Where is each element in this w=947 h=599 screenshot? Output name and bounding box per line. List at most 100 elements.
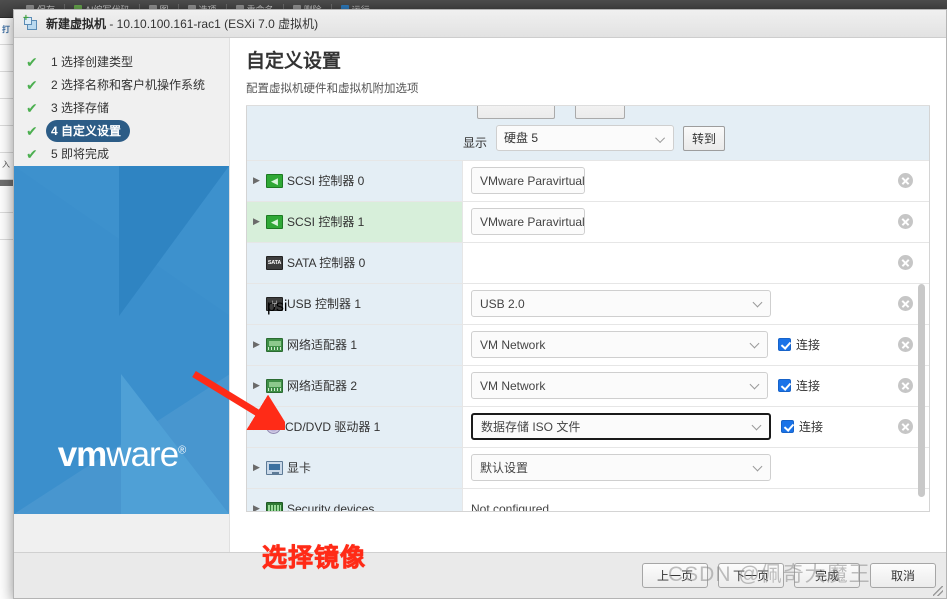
- wizard-step-label: 3 选择存储: [51, 101, 110, 115]
- step-check-icon: ✔: [26, 122, 38, 139]
- network-chip: [269, 340, 281, 346]
- connect-checkbox-label: 连接: [796, 379, 821, 394]
- hardware-row-label: USB 控制器 1: [287, 297, 362, 312]
- hardware-value-select[interactable]: 数据存储 ISO 文件: [471, 413, 771, 441]
- wizard-step-label: 5 即将完成: [51, 147, 110, 161]
- hardware-row-name-cell[interactable]: ▶ 网络适配器 1: [247, 324, 463, 365]
- step-check-icon: ✔: [26, 53, 38, 70]
- vmware-brand-panel: vmware®: [14, 166, 229, 514]
- hardware-row[interactable]: ▶⑂USB 控制器 1 USB 2.0: [247, 282, 929, 324]
- resize-grip[interactable]: [933, 586, 943, 596]
- remove-device-icon[interactable]: [898, 419, 913, 435]
- connect-checkbox[interactable]: [781, 420, 794, 434]
- remove-device-icon[interactable]: [898, 214, 913, 230]
- remove-device-icon[interactable]: [898, 296, 913, 312]
- add-hard-disk-button-clipped[interactable]: [477, 105, 555, 119]
- page-title: 自定义设置: [246, 51, 342, 72]
- connect-checkbox-label: 连接: [796, 338, 821, 353]
- connect-checkbox-group[interactable]: 连接: [778, 336, 820, 353]
- hardware-row-name-cell[interactable]: ▶ SCSI 控制器 0: [247, 160, 463, 201]
- hardware-value-select[interactable]: 默认设置: [471, 454, 771, 482]
- wizard-step-5[interactable]: ✔ 5 即将完成: [14, 143, 229, 165]
- content-header: 自定义设置 配置虚拟机硬件和虚拟机附加选项: [230, 50, 946, 106]
- wizard-step-3[interactable]: ✔ 3 选择存储: [14, 97, 229, 119]
- vmware-logo-ware: ware: [106, 435, 179, 474]
- connect-checkbox[interactable]: [778, 338, 791, 352]
- wizard-step-label: 4 自定义设置: [46, 120, 131, 142]
- hardware-value-text: USB 2.0: [480, 296, 525, 311]
- hardware-row[interactable]: ▶ 网络适配器 2 VM Network 连接: [247, 364, 929, 406]
- hardware-row-label: CD/DVD 驱动器 1: [285, 420, 381, 435]
- hardware-row-name-cell[interactable]: ▶ SCSI 控制器 1: [247, 201, 463, 242]
- connect-checkbox[interactable]: [778, 379, 791, 393]
- hardware-row-value-cell: 数据存储 ISO 文件 连接: [463, 406, 929, 447]
- hardware-row-value-cell: VM Network 连接: [463, 365, 929, 406]
- hardware-scrollbar-thumb[interactable]: [918, 284, 925, 497]
- remove-device-icon[interactable]: [898, 337, 913, 353]
- show-device-select[interactable]: 硬盘 5: [496, 124, 675, 151]
- expand-triangle-icon[interactable]: ▶: [253, 176, 262, 185]
- hardware-value-field[interactable]: VMware Paravirtual: [471, 167, 585, 195]
- network-pins: [268, 346, 281, 350]
- hardware-row[interactable]: ▶ 网络适配器 1 VM Network 连接: [247, 323, 929, 365]
- cancel-button[interactable]: 取消: [870, 563, 936, 588]
- dialog-title-prefix: 新建虚拟机: [46, 17, 107, 31]
- wizard-sidebar-footer: [14, 514, 229, 552]
- hardware-value-text: Not configured: [471, 501, 550, 512]
- hardware-value-field[interactable]: VMware Paravirtual: [471, 208, 585, 236]
- expand-triangle-icon[interactable]: ▶: [253, 504, 262, 511]
- hardware-value-text: VM Network: [480, 378, 546, 393]
- security-device-icon: [266, 501, 283, 511]
- hardware-row[interactable]: ▶ Security devices Not configured: [247, 487, 929, 512]
- hardware-row-value-cell: 默认设置: [463, 447, 929, 488]
- hardware-row-name-cell[interactable]: ▶⑂USB 控制器 1: [247, 283, 463, 324]
- hardware-row[interactable]: ▶ SCSI 控制器 1 VMware Paravirtual: [247, 200, 929, 242]
- vmware-logo-reg: ®: [178, 444, 186, 457]
- hardware-row-value-cell: VMware Paravirtual: [463, 201, 929, 242]
- dialog-titlebar[interactable]: + 新建虚拟机 - 10.10.100.161-rac1 (ESXi 7.0 虚…: [14, 10, 946, 38]
- wizard-step-4[interactable]: ✔ 4 自定义设置: [14, 120, 229, 142]
- hardware-row-name-cell[interactable]: ▶ 显卡: [247, 447, 463, 488]
- hardware-row[interactable]: ▶ SCSI 控制器 0 VMware Paravirtual: [247, 159, 929, 201]
- hardware-scrollbar[interactable]: [916, 108, 927, 509]
- expand-triangle-icon[interactable]: ▶: [253, 340, 262, 349]
- chevron-down-icon: [749, 379, 760, 390]
- hardware-row-name-cell[interactable]: ▶ Security devices: [247, 488, 463, 512]
- hardware-row-list: ▶ SCSI 控制器 0 VMware Paravirtual ▶ SCSI 控制器 1…: [247, 159, 929, 512]
- csdn-watermark: CSDN @佩奇大魔王: [668, 563, 871, 586]
- add-other-device-button-clipped[interactable]: [575, 105, 625, 119]
- remove-device-icon[interactable]: [898, 255, 913, 271]
- clipped-toolbar-buttons: [477, 105, 625, 119]
- step-check-icon: ✔: [26, 76, 38, 93]
- expand-triangle-icon[interactable]: ▶: [253, 217, 262, 226]
- video-card-icon: [266, 460, 283, 475]
- new-vm-dialog: + 新建虚拟机 - 10.10.100.161-rac1 (ESXi 7.0 虚…: [13, 9, 947, 599]
- hardware-panel: 显示 硬盘 5 转到 ▶ SCSI 控制器 0 VMware Paravirtual…: [246, 105, 930, 512]
- vmware-logo: vmware®: [14, 437, 229, 472]
- hardware-row[interactable]: ▶SATASATA 控制器 0: [247, 241, 929, 283]
- show-device-value: 硬盘 5: [504, 131, 539, 146]
- remove-device-icon[interactable]: [898, 378, 913, 394]
- hardware-row-name-cell[interactable]: ▶SATASATA 控制器 0: [247, 242, 463, 283]
- expand-triangle-icon[interactable]: ▶: [253, 463, 262, 472]
- vga-screen: [269, 463, 280, 470]
- hardware-row[interactable]: ▶ 显卡 默认设置: [247, 446, 929, 488]
- hardware-row-label: Security devices: [287, 501, 375, 512]
- hardware-row[interactable]: ▶ CD/DVD 驱动器 1 数据存储 ISO 文件 连接: [247, 405, 929, 447]
- wizard-step-1[interactable]: ✔ 1 选择创建类型: [14, 51, 229, 73]
- hardware-value-select[interactable]: VM Network: [471, 331, 768, 359]
- connect-checkbox-group[interactable]: 连接: [781, 418, 823, 435]
- hardware-value-select[interactable]: USB 2.0: [471, 290, 771, 318]
- remove-device-icon[interactable]: [898, 173, 913, 189]
- hardware-value-select[interactable]: VM Network: [471, 372, 768, 400]
- page-subtitle: 配置虚拟机硬件和虚拟机附加选项: [246, 82, 419, 95]
- content-pane: 自定义设置 配置虚拟机硬件和虚拟机附加选项 显示 硬盘 5 转到 ▶ ◀ SCS…: [230, 38, 946, 552]
- vmware-logo-vm: vm: [57, 435, 108, 474]
- wizard-step-label: 1 选择创建类型: [51, 55, 134, 69]
- dialog-title: 新建虚拟机 - 10.10.100.161-rac1 (ESXi 7.0 虚拟机…: [46, 15, 318, 32]
- wizard-step-2[interactable]: ✔ 2 选择名称和客户机操作系统: [14, 74, 229, 96]
- goto-button[interactable]: 转到: [683, 125, 726, 151]
- hardware-row-value-cell: Not configured: [463, 488, 929, 512]
- select-image-annotation: 选择镜像: [262, 544, 367, 573]
- connect-checkbox-group[interactable]: 连接: [778, 377, 820, 394]
